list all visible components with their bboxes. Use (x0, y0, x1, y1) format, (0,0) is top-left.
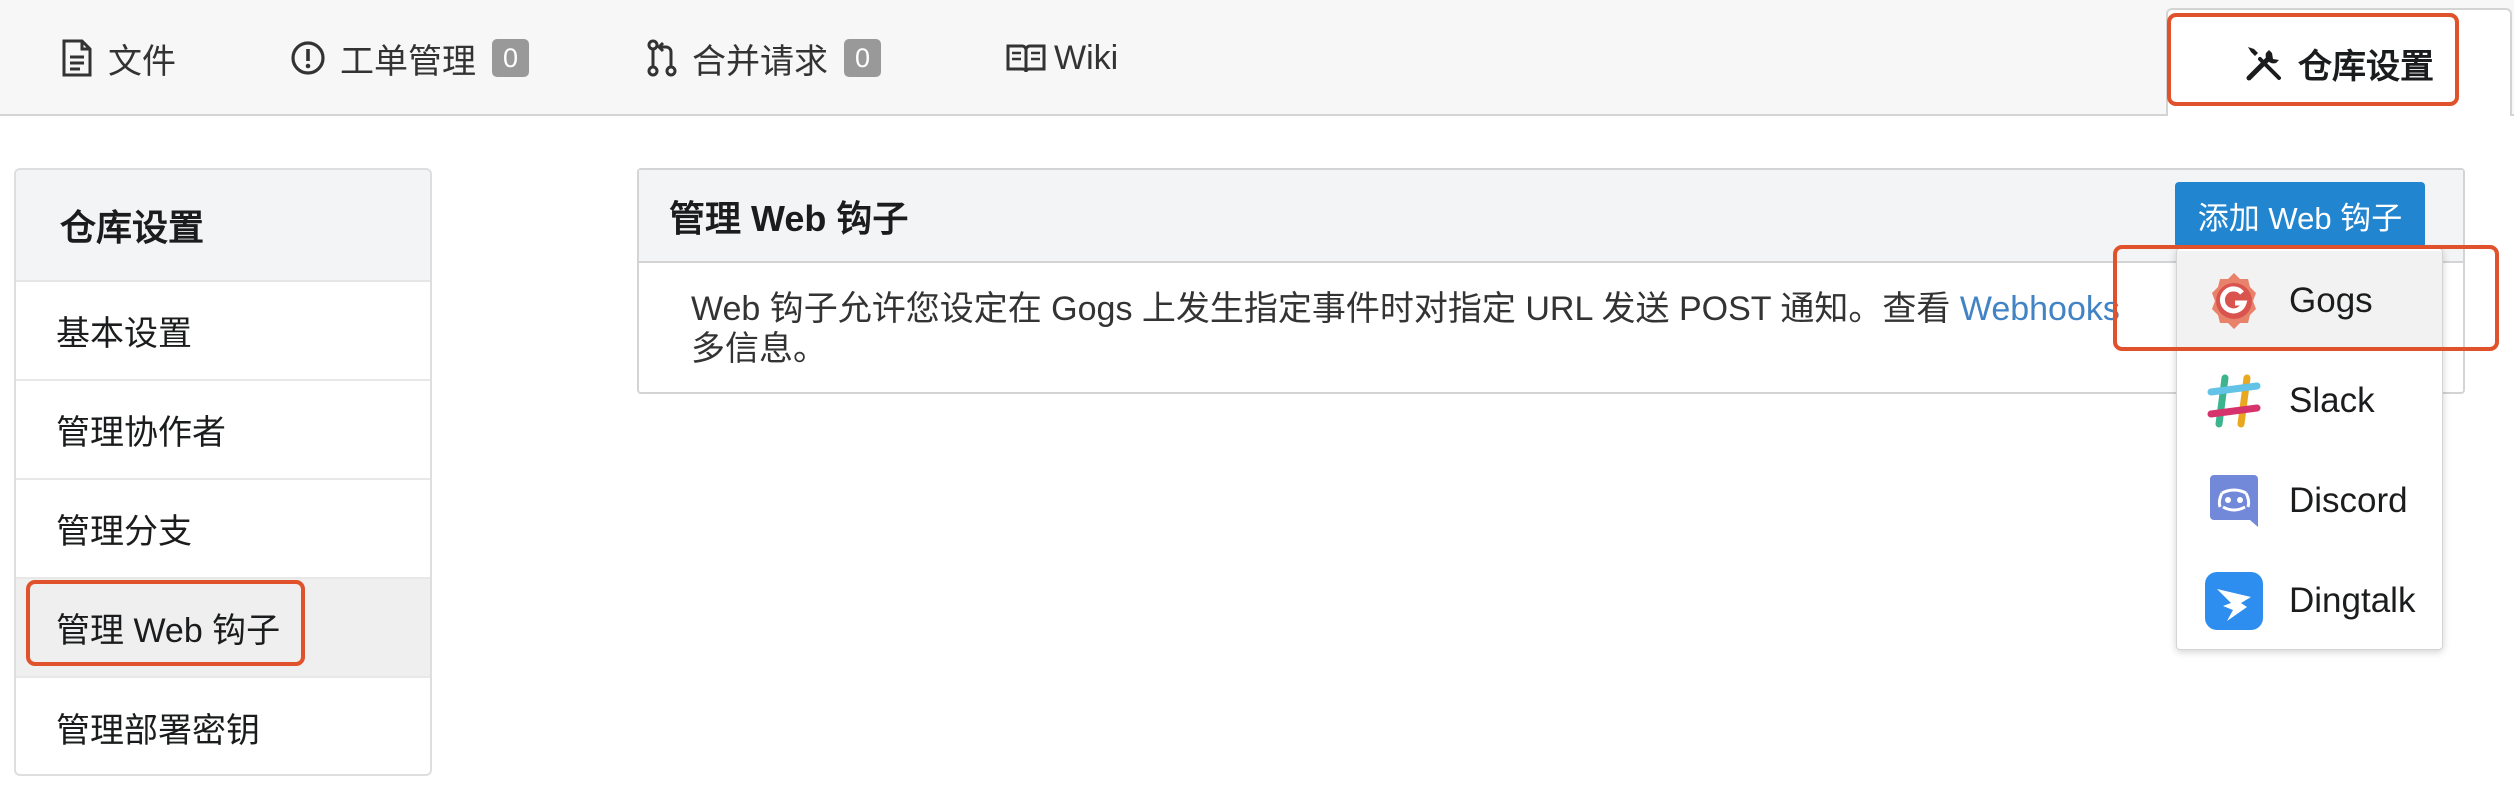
tab-repo-settings[interactable]: 仓库设置 (2166, 8, 2512, 116)
repo-tab-bar: 文件 工单管理 0 合并请求 0 Wiki 仓库设置 (0, 0, 2514, 116)
sidebar-item-deploy-keys[interactable]: 管理部署密钥 (16, 678, 430, 774)
tab-label: 合并请求 (692, 42, 828, 81)
tab-pull-requests[interactable]: 合并请求 0 (646, 0, 882, 116)
sidebar-item-branches[interactable]: 管理分支 (16, 480, 430, 579)
tab-label: 文件 (108, 42, 176, 81)
dingtalk-logo-icon (2203, 570, 2265, 632)
tab-issues[interactable]: 工单管理 0 (290, 0, 530, 116)
issue-count-badge: 0 (492, 39, 530, 77)
tab-wiki[interactable]: Wiki (1006, 0, 1118, 116)
sidebar-item-collaborators[interactable]: 管理协作者 (16, 381, 430, 480)
menu-item-gogs[interactable]: Gogs (2177, 251, 2442, 351)
tab-label: 工单管理 (340, 42, 476, 81)
menu-item-label: Discord (2289, 481, 2408, 520)
menu-item-discord[interactable]: Discord (2177, 451, 2442, 551)
sidebar-header: 仓库设置 (16, 170, 430, 282)
pull-request-count-badge: 0 (844, 39, 882, 77)
sidebar-item-webhooks[interactable]: 管理 Web 钩子 (16, 579, 430, 678)
menu-item-dingtalk[interactable]: Dingtalk (2177, 551, 2442, 651)
slack-logo-icon (2203, 370, 2265, 432)
discord-logo-icon (2203, 470, 2265, 532)
git-pull-request-icon (646, 38, 678, 78)
tab-label: Wiki (1054, 38, 1119, 77)
tab-label: 仓库设置 (2298, 47, 2434, 86)
menu-item-slack[interactable]: Slack (2177, 351, 2442, 451)
tab-files[interactable]: 文件 (60, 0, 176, 116)
description-text: Web 钩子允许您设定在 Gogs 上发生指定事件时对指定 URL 发送 POS… (691, 290, 1960, 328)
add-webhook-button[interactable]: 添加 Web 钩子 (2175, 182, 2425, 248)
sidebar-item-basic-settings[interactable]: 基本设置 (16, 282, 430, 381)
menu-item-label: Dingtalk (2289, 581, 2416, 620)
webhooks-doc-link[interactable]: Webhooks (1960, 290, 2120, 328)
description-text-end: 多信息。 (691, 330, 827, 368)
gogs-logo-icon (2203, 270, 2265, 332)
menu-item-label: Slack (2289, 381, 2375, 420)
book-icon (1006, 42, 1046, 74)
settings-sidebar: 仓库设置 基本设置 管理协作者 管理分支 管理 Web 钩子 管理部署密钥 (14, 168, 432, 776)
webhook-type-menu: Gogs Slack Discord Dingtalk (2176, 248, 2443, 650)
issue-opened-icon (290, 40, 326, 76)
menu-item-label: Gogs (2289, 281, 2373, 320)
file-text-icon (60, 39, 94, 77)
tools-icon (2244, 43, 2284, 83)
